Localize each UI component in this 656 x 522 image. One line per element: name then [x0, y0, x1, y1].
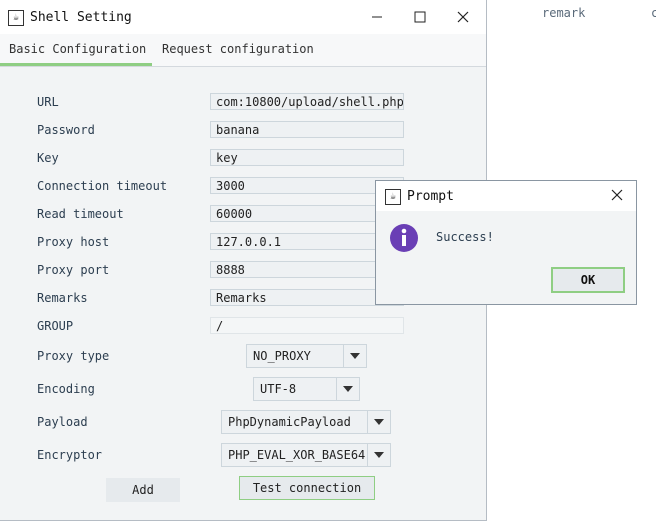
- maximize-icon: [414, 11, 426, 23]
- chevron-down-icon: [374, 419, 384, 425]
- chevron-down-icon: [350, 353, 360, 359]
- proxy-type-label: Proxy type: [37, 349, 110, 363]
- remark-column-header: remark: [542, 6, 586, 20]
- proxy-type-select[interactable]: NO_PROXY: [246, 344, 367, 368]
- close-icon: [457, 11, 469, 23]
- proxy-type-value: NO_PROXY: [253, 349, 311, 363]
- chevron-down-icon: [374, 452, 384, 458]
- java-app-icon: ☕: [385, 189, 401, 205]
- close-button[interactable]: [448, 4, 478, 30]
- payload-label: Payload: [37, 415, 88, 429]
- maximize-button[interactable]: [405, 4, 435, 30]
- url-field[interactable]: com:10800/upload/shell.php: [210, 93, 404, 110]
- info-icon: [390, 224, 418, 252]
- encryptor-select[interactable]: PHP_EVAL_XOR_BASE64: [221, 443, 391, 467]
- url-label: URL: [37, 95, 59, 109]
- remarks-label: Remarks: [37, 291, 88, 305]
- encryptor-dropdown-button[interactable]: [367, 444, 390, 466]
- active-tab-indicator: [0, 63, 152, 66]
- tab-basic-configuration[interactable]: Basic Configuration: [9, 42, 146, 56]
- titlebar: ☕ Shell Setting: [0, 0, 486, 34]
- key-field[interactable]: key: [210, 149, 404, 166]
- prompt-dialog: ☕ Prompt Success! OK: [375, 180, 637, 305]
- proxy-port-label: Proxy port: [37, 263, 110, 277]
- password-label: Password: [37, 123, 95, 137]
- connection-timeout-label: Connection timeout: [37, 179, 168, 193]
- minimize-button[interactable]: [362, 4, 392, 30]
- group-label: GROUP: [37, 319, 74, 333]
- encoding-label: Encoding: [37, 382, 95, 396]
- proxy-host-label: Proxy host: [37, 235, 110, 249]
- group-field[interactable]: /: [210, 317, 404, 334]
- add-button[interactable]: Add: [106, 478, 180, 502]
- prompt-close-button[interactable]: [602, 182, 632, 208]
- minimize-icon: [372, 16, 382, 18]
- tab-request-configuration[interactable]: Request configuration: [162, 42, 314, 56]
- encoding-dropdown-button[interactable]: [336, 378, 359, 400]
- encoding-select[interactable]: UTF-8: [253, 377, 360, 401]
- test-connection-button[interactable]: Test connection: [239, 476, 375, 500]
- prompt-message: Success!: [436, 230, 494, 244]
- read-timeout-label: Read timeout: [37, 207, 124, 221]
- payload-dropdown-button[interactable]: [367, 411, 390, 433]
- encoding-value: UTF-8: [260, 382, 297, 396]
- password-field[interactable]: banana: [210, 121, 404, 138]
- chevron-down-icon: [343, 386, 353, 392]
- partial-column-header: c: [651, 6, 656, 20]
- window-title: Shell Setting: [30, 10, 132, 25]
- encryptor-label: Encryptor: [37, 448, 103, 462]
- key-label: Key: [37, 151, 59, 165]
- close-icon: [611, 189, 623, 201]
- prompt-title: Prompt: [407, 189, 454, 204]
- payload-select[interactable]: PhpDynamicPayload: [221, 410, 391, 434]
- ok-button[interactable]: OK: [551, 267, 625, 293]
- encryptor-value: PHP_EVAL_XOR_BASE64: [228, 448, 366, 462]
- java-app-icon: ☕: [8, 10, 24, 26]
- proxy-type-dropdown-button[interactable]: [343, 345, 366, 367]
- prompt-titlebar: ☕ Prompt: [376, 181, 636, 211]
- payload-value: PhpDynamicPayload: [228, 415, 351, 429]
